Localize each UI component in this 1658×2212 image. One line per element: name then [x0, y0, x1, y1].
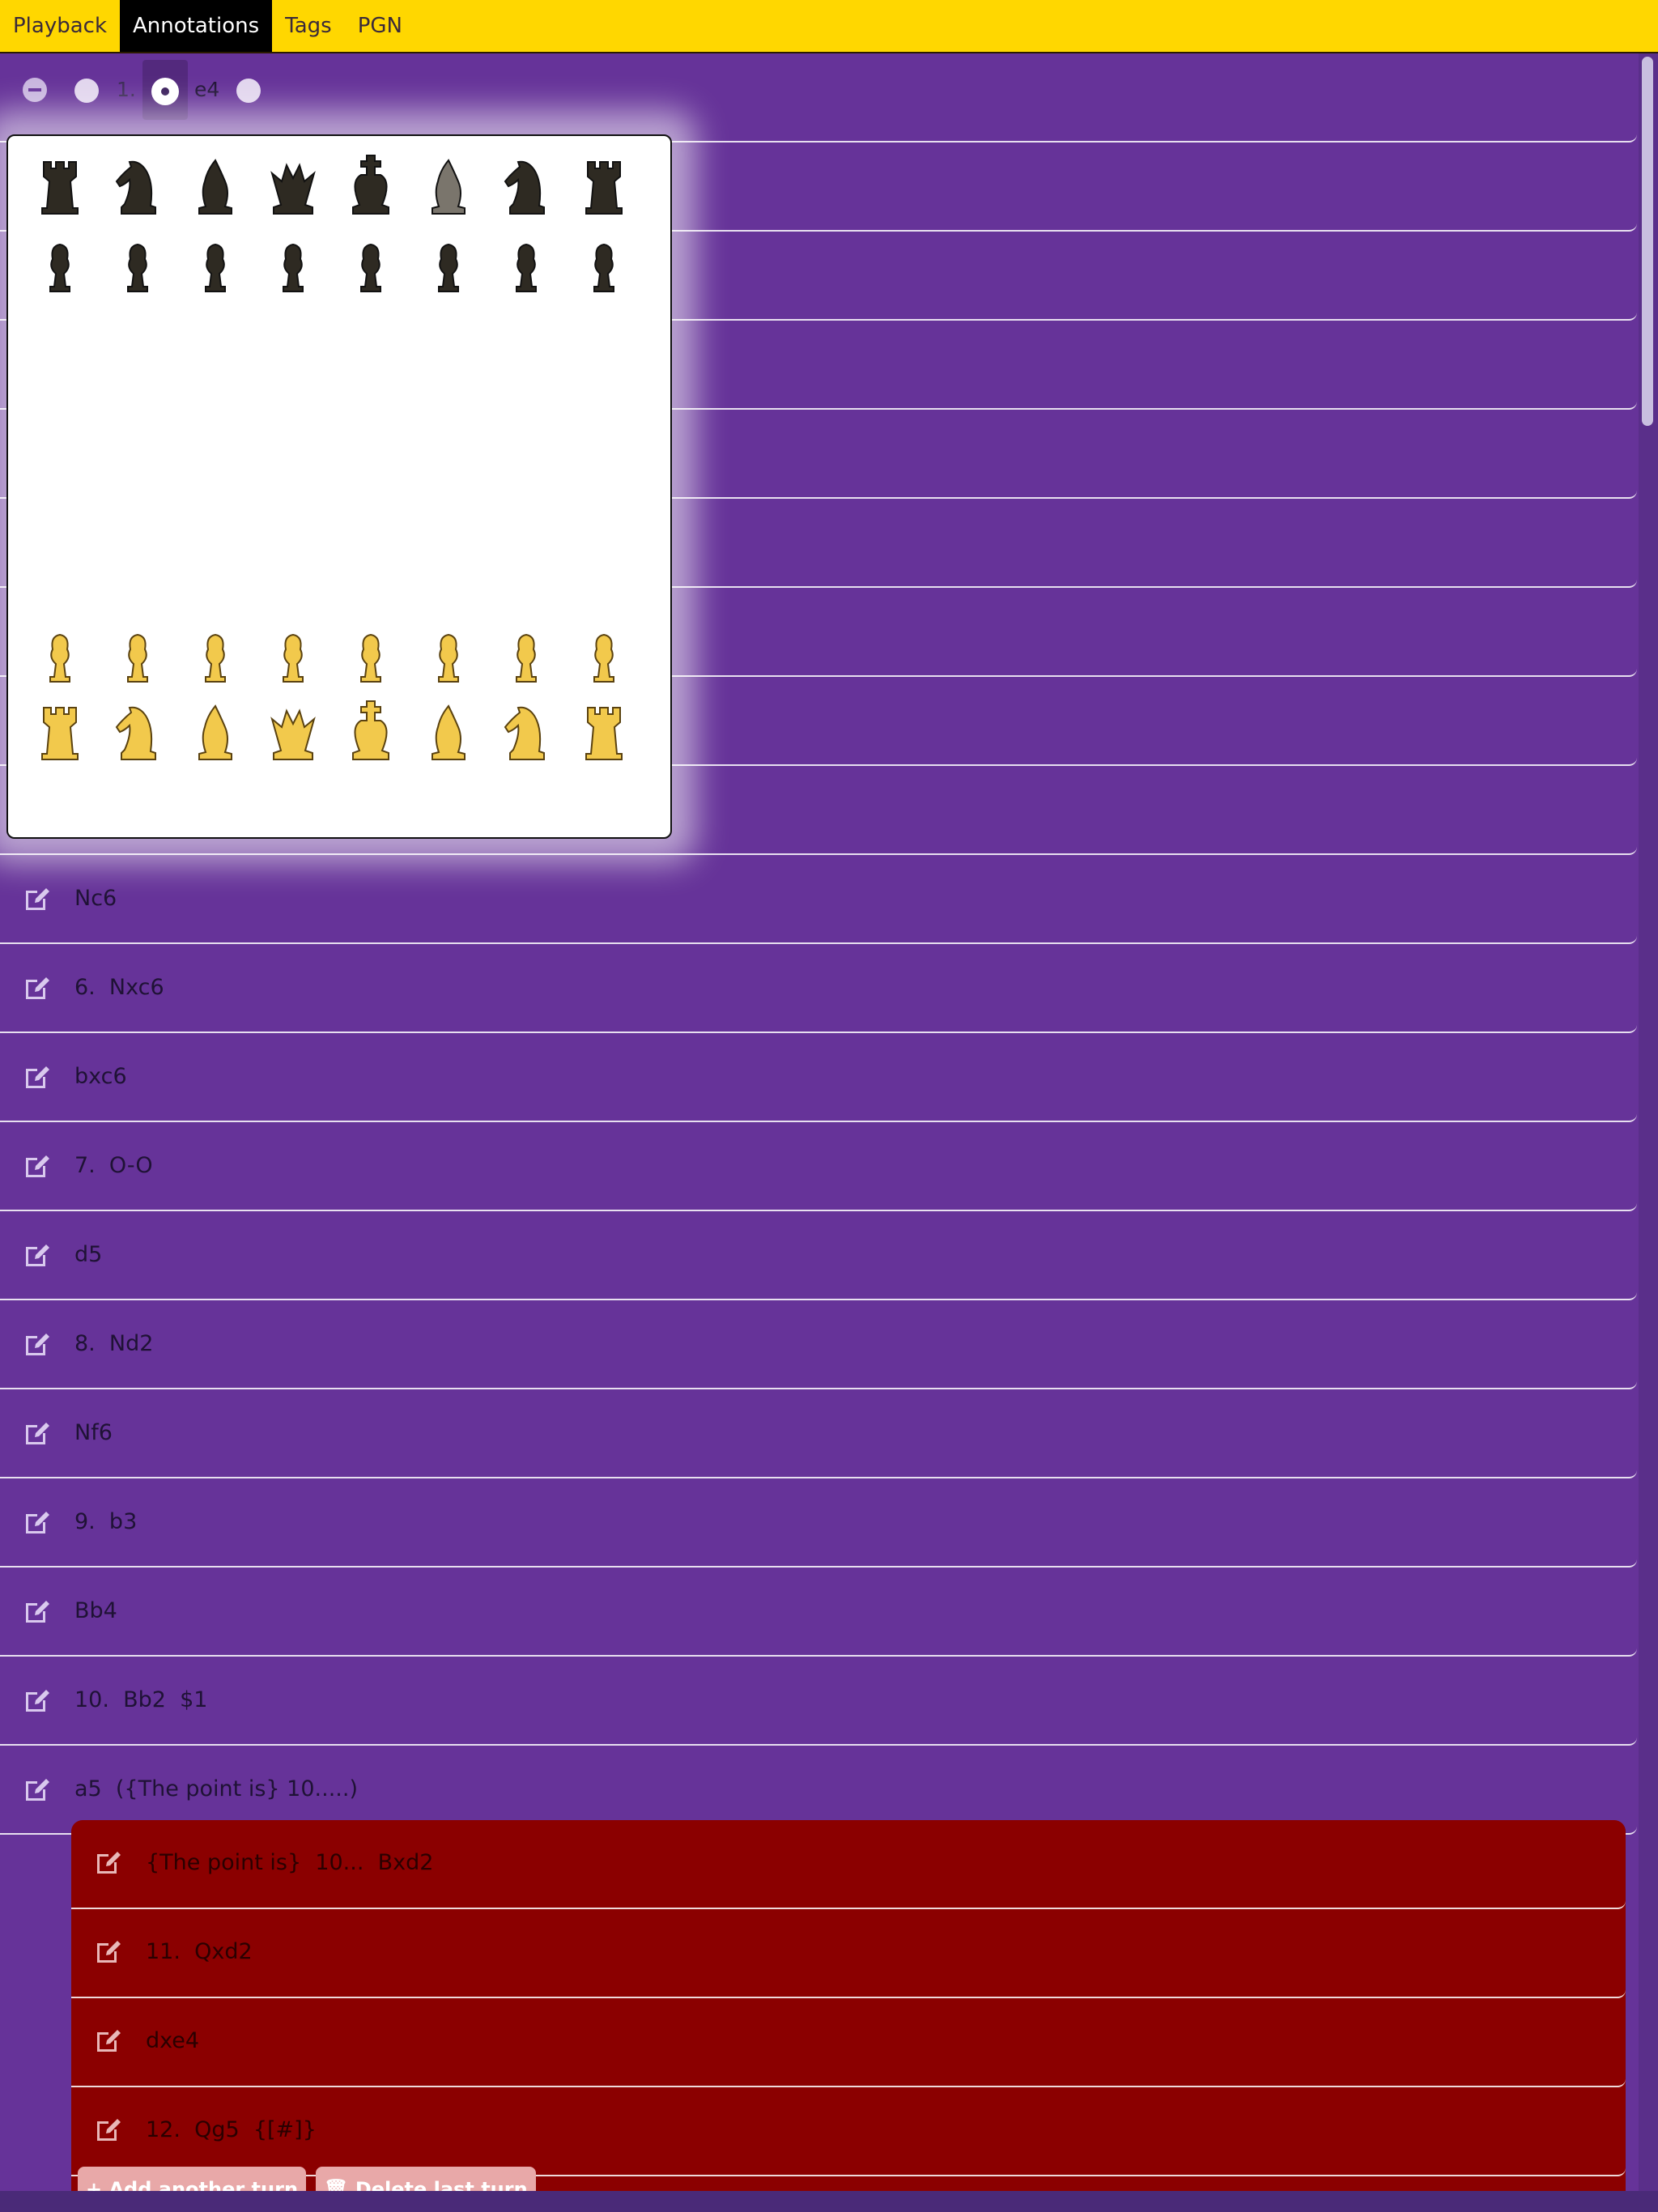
white-pawn-piece[interactable]: [49, 633, 70, 683]
move-annotation-label: Nf6: [74, 1420, 113, 1445]
move-annotation-label: 10. Bb2 $1: [74, 1687, 208, 1712]
white-pawn-piece[interactable]: [438, 633, 459, 683]
black-pawn-piece[interactable]: [360, 243, 381, 292]
move-annotation-label: Nc6: [74, 886, 117, 911]
variation-row: {The point is} 10... Bxd2: [71, 1820, 1626, 1909]
edit-icon[interactable]: [94, 2115, 123, 2144]
black-rook-piece[interactable]: [41, 161, 79, 215]
black-knight-piece[interactable]: [504, 160, 545, 215]
white-bishop-piece[interactable]: [198, 704, 232, 760]
white-pawn-piece[interactable]: [516, 633, 537, 683]
edit-icon[interactable]: [23, 1508, 52, 1537]
black-pawn-piece[interactable]: [205, 243, 226, 292]
variation-row: 11. Qxd2: [71, 1909, 1626, 1998]
edit-icon[interactable]: [94, 1848, 123, 1877]
edit-icon[interactable]: [23, 1329, 52, 1359]
edit-icon[interactable]: [23, 1419, 52, 1448]
black-pawn-piece[interactable]: [49, 243, 70, 292]
tab-playback[interactable]: Playback: [0, 0, 120, 52]
variation-row: dxe4: [71, 1998, 1626, 2087]
white-king-piece[interactable]: [352, 700, 389, 760]
move-annotation-label: Bb4: [74, 1598, 117, 1623]
white-rook-piece[interactable]: [41, 707, 79, 760]
annotation-row: 9. b3: [0, 1478, 1637, 1568]
white-knight-piece[interactable]: [504, 706, 545, 760]
move-annotation-label: 8. Nd2: [74, 1331, 154, 1356]
tab-tags[interactable]: Tags: [272, 0, 345, 52]
annotation-row: d5: [0, 1211, 1637, 1300]
black-pawn-piece[interactable]: [283, 243, 304, 292]
variation-move-label: 11. Qxd2: [146, 1939, 253, 1964]
black-bishop-piece[interactable]: [432, 159, 466, 215]
white-knight-piece[interactable]: [115, 706, 156, 760]
annotation-row: 8. Nd2: [0, 1300, 1637, 1389]
edit-icon[interactable]: [94, 1937, 123, 1966]
move-annotation-label: 6. Nxc6: [74, 975, 164, 1000]
edit-icon[interactable]: [23, 884, 52, 913]
black-queen-piece[interactable]: [270, 163, 316, 215]
edit-icon[interactable]: [23, 1240, 52, 1270]
annotation-row: 6. Nxc6: [0, 944, 1637, 1033]
top-nav: Playback Annotations Tags PGN: [0, 0, 1658, 53]
black-pawn-piece[interactable]: [127, 243, 148, 292]
edit-icon[interactable]: [94, 2026, 123, 2055]
annotation-row: Nf6: [0, 1389, 1637, 1478]
black-pawn-piece[interactable]: [593, 243, 614, 292]
move-annotation-label: d5: [74, 1242, 103, 1267]
white-queen-piece[interactable]: [270, 708, 316, 760]
white-pawn-piece[interactable]: [283, 633, 304, 683]
annotation-row: [0, 53, 1637, 143]
annotation-row: 10. Bb2 $1: [0, 1657, 1637, 1746]
black-knight-piece[interactable]: [115, 160, 156, 215]
edit-icon[interactable]: [23, 1151, 52, 1180]
move-annotation-label: 9. b3: [74, 1509, 138, 1534]
tab-annotations[interactable]: Annotations: [120, 0, 273, 52]
annotation-row: Nc6: [0, 855, 1637, 944]
bottom-strip: [0, 2191, 1658, 2212]
annotation-row: Bb4: [0, 1568, 1637, 1657]
edit-icon[interactable]: [23, 1775, 52, 1804]
move-annotation-label: 7. O-O: [74, 1153, 153, 1178]
black-pawn-piece[interactable]: [516, 243, 537, 292]
white-pawn-piece[interactable]: [360, 633, 381, 683]
variation-row: 12. Qg5 {[#]}: [71, 2087, 1626, 2176]
tab-pgn[interactable]: PGN: [345, 0, 415, 52]
edit-icon[interactable]: [23, 1062, 52, 1091]
annotation-row: bxc6: [0, 1033, 1637, 1122]
black-rook-piece[interactable]: [585, 161, 623, 215]
scroll-thumb[interactable]: [1642, 57, 1653, 426]
chess-board-popup: [6, 134, 672, 839]
variation-move-label: {The point is} 10... Bxd2: [146, 1850, 434, 1875]
black-pawn-piece[interactable]: [438, 243, 459, 292]
edit-icon[interactable]: [23, 1597, 52, 1626]
variation-block: {The point is} 10... Bxd2 11. Qxd2 dxe4 …: [71, 1820, 1626, 2212]
white-rook-piece[interactable]: [585, 707, 623, 760]
move-annotation-label: bxc6: [74, 1064, 127, 1089]
white-pawn-piece[interactable]: [593, 633, 614, 683]
black-king-piece[interactable]: [352, 155, 389, 215]
annotation-row: 7. O-O: [0, 1122, 1637, 1211]
variation-move-label: dxe4: [146, 2028, 200, 2053]
edit-icon[interactable]: [23, 1686, 52, 1715]
white-pawn-piece[interactable]: [205, 633, 226, 683]
white-pawn-piece[interactable]: [127, 633, 148, 683]
white-bishop-piece[interactable]: [432, 704, 466, 760]
scrollbar[interactable]: [1639, 53, 1658, 2191]
edit-icon[interactable]: [23, 973, 52, 1002]
variation-move-label: 12. Qg5 {[#]}: [146, 2117, 317, 2142]
black-bishop-piece[interactable]: [198, 159, 232, 215]
